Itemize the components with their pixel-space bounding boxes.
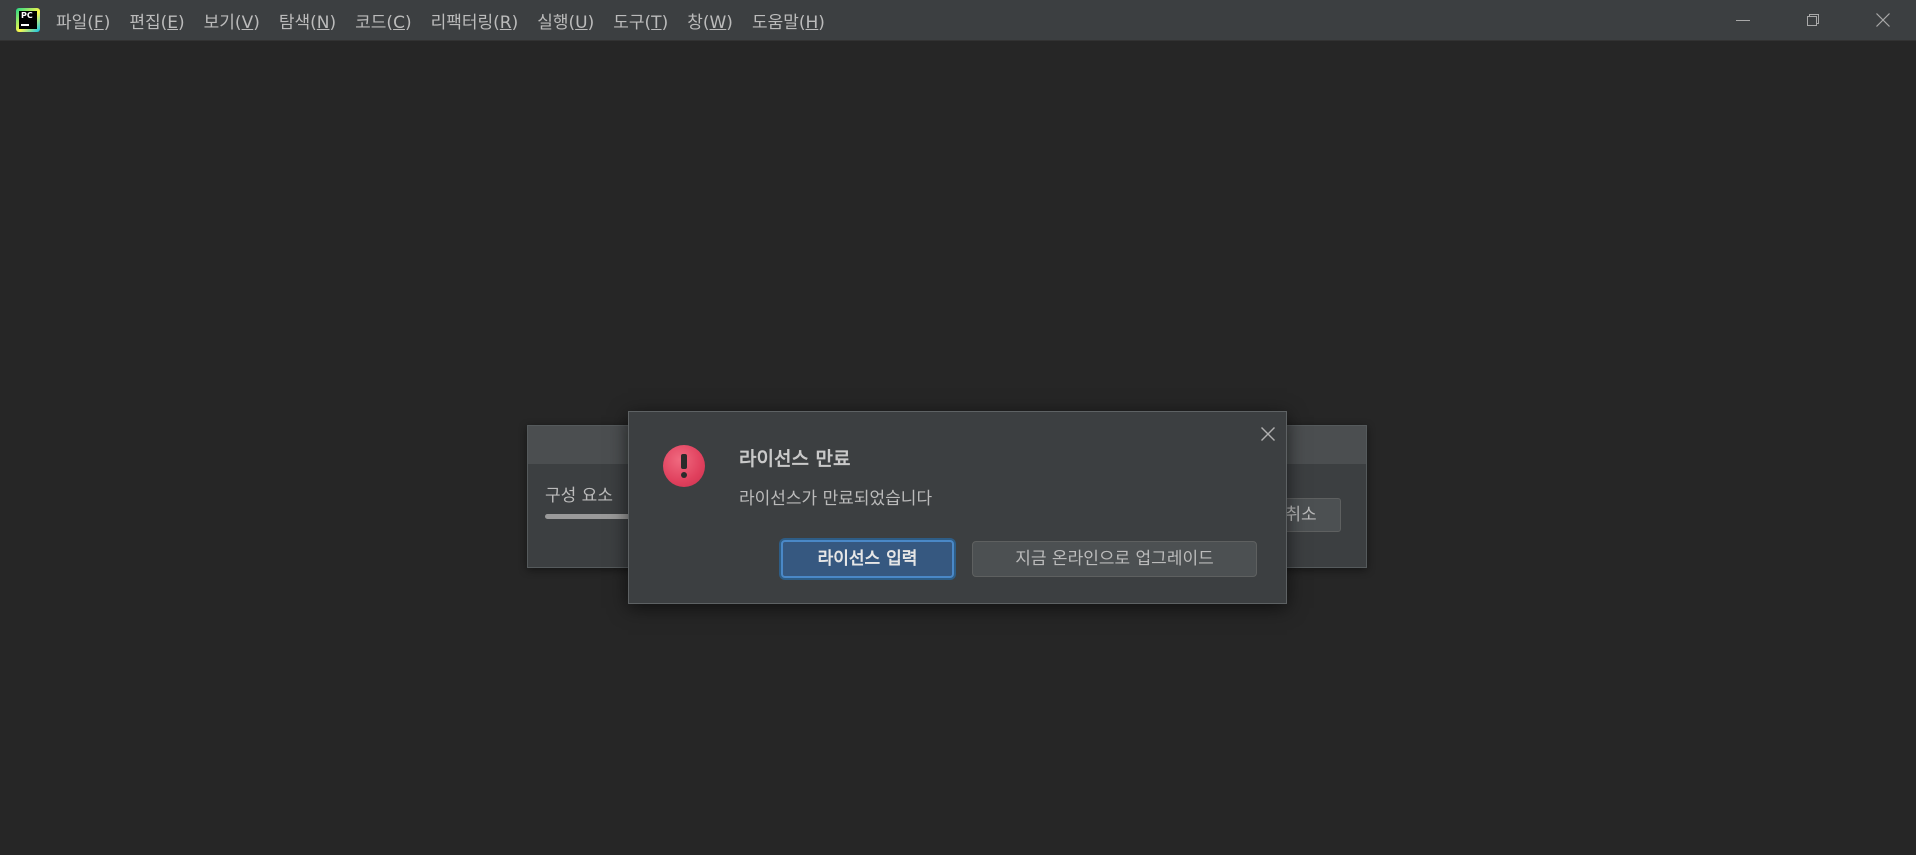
menu-run[interactable]: 실행(U) bbox=[537, 8, 594, 33]
license-expired-dialog: 라이선스 만료 라이선스가 만료되었습니다 라이선스 입력 지금 온라인으로 업… bbox=[628, 411, 1287, 604]
app-window: PC 파일(F) 편집(E) 보기(V) 탐색(N) 코드(C) 리팩터링(R)… bbox=[0, 0, 1916, 855]
logo-text: PC bbox=[21, 11, 33, 20]
close-icon bbox=[1876, 13, 1890, 27]
main-menu: 파일(F) 편집(E) 보기(V) 탐색(N) 코드(C) 리팩터링(R) 실행… bbox=[56, 0, 844, 41]
menu-view[interactable]: 보기(V) bbox=[204, 8, 260, 33]
minimize-button[interactable] bbox=[1720, 0, 1766, 40]
dialog-title: 라이선스 만료 bbox=[739, 448, 851, 470]
dialog-close-button[interactable] bbox=[1258, 424, 1278, 444]
pycharm-logo-icon: PC bbox=[16, 8, 40, 32]
menu-code[interactable]: 코드(C) bbox=[355, 8, 411, 33]
progress-label: 구성 요소 bbox=[545, 486, 613, 506]
menu-navigate[interactable]: 탐색(N) bbox=[279, 8, 336, 33]
title-bar: PC 파일(F) 편집(E) 보기(V) 탐색(N) 코드(C) 리팩터링(R)… bbox=[0, 0, 1916, 41]
dialog-message: 라이선스가 만료되었습니다 bbox=[739, 489, 933, 509]
menu-file[interactable]: 파일(F) bbox=[56, 8, 110, 33]
close-icon bbox=[1261, 427, 1275, 441]
restore-button[interactable] bbox=[1790, 0, 1836, 40]
window-close-button[interactable] bbox=[1860, 0, 1906, 40]
menu-edit[interactable]: 편집(E) bbox=[129, 8, 184, 33]
enter-license-button[interactable]: 라이선스 입력 bbox=[781, 540, 954, 578]
restore-icon bbox=[1807, 14, 1819, 26]
menu-tools[interactable]: 도구(T) bbox=[613, 8, 668, 33]
minimize-icon bbox=[1736, 20, 1750, 21]
menu-window[interactable]: 창(W) bbox=[687, 8, 733, 33]
upgrade-online-button[interactable]: 지금 온라인으로 업그레이드 bbox=[972, 541, 1257, 577]
error-icon bbox=[663, 445, 705, 487]
menu-help[interactable]: 도움말(H) bbox=[752, 8, 825, 33]
menu-refactor[interactable]: 리팩터링(R) bbox=[431, 8, 519, 33]
